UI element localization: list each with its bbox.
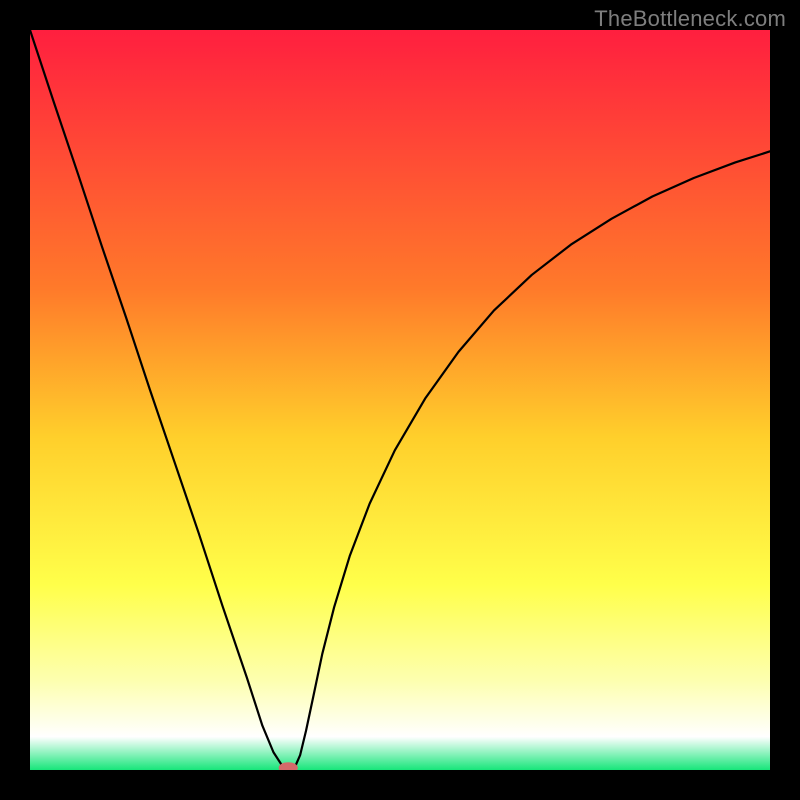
plot-area [30, 30, 770, 770]
chart-frame: TheBottleneck.com [0, 0, 800, 800]
watermark-text: TheBottleneck.com [594, 6, 786, 32]
chart-svg [30, 30, 770, 770]
gradient-background [30, 30, 770, 770]
